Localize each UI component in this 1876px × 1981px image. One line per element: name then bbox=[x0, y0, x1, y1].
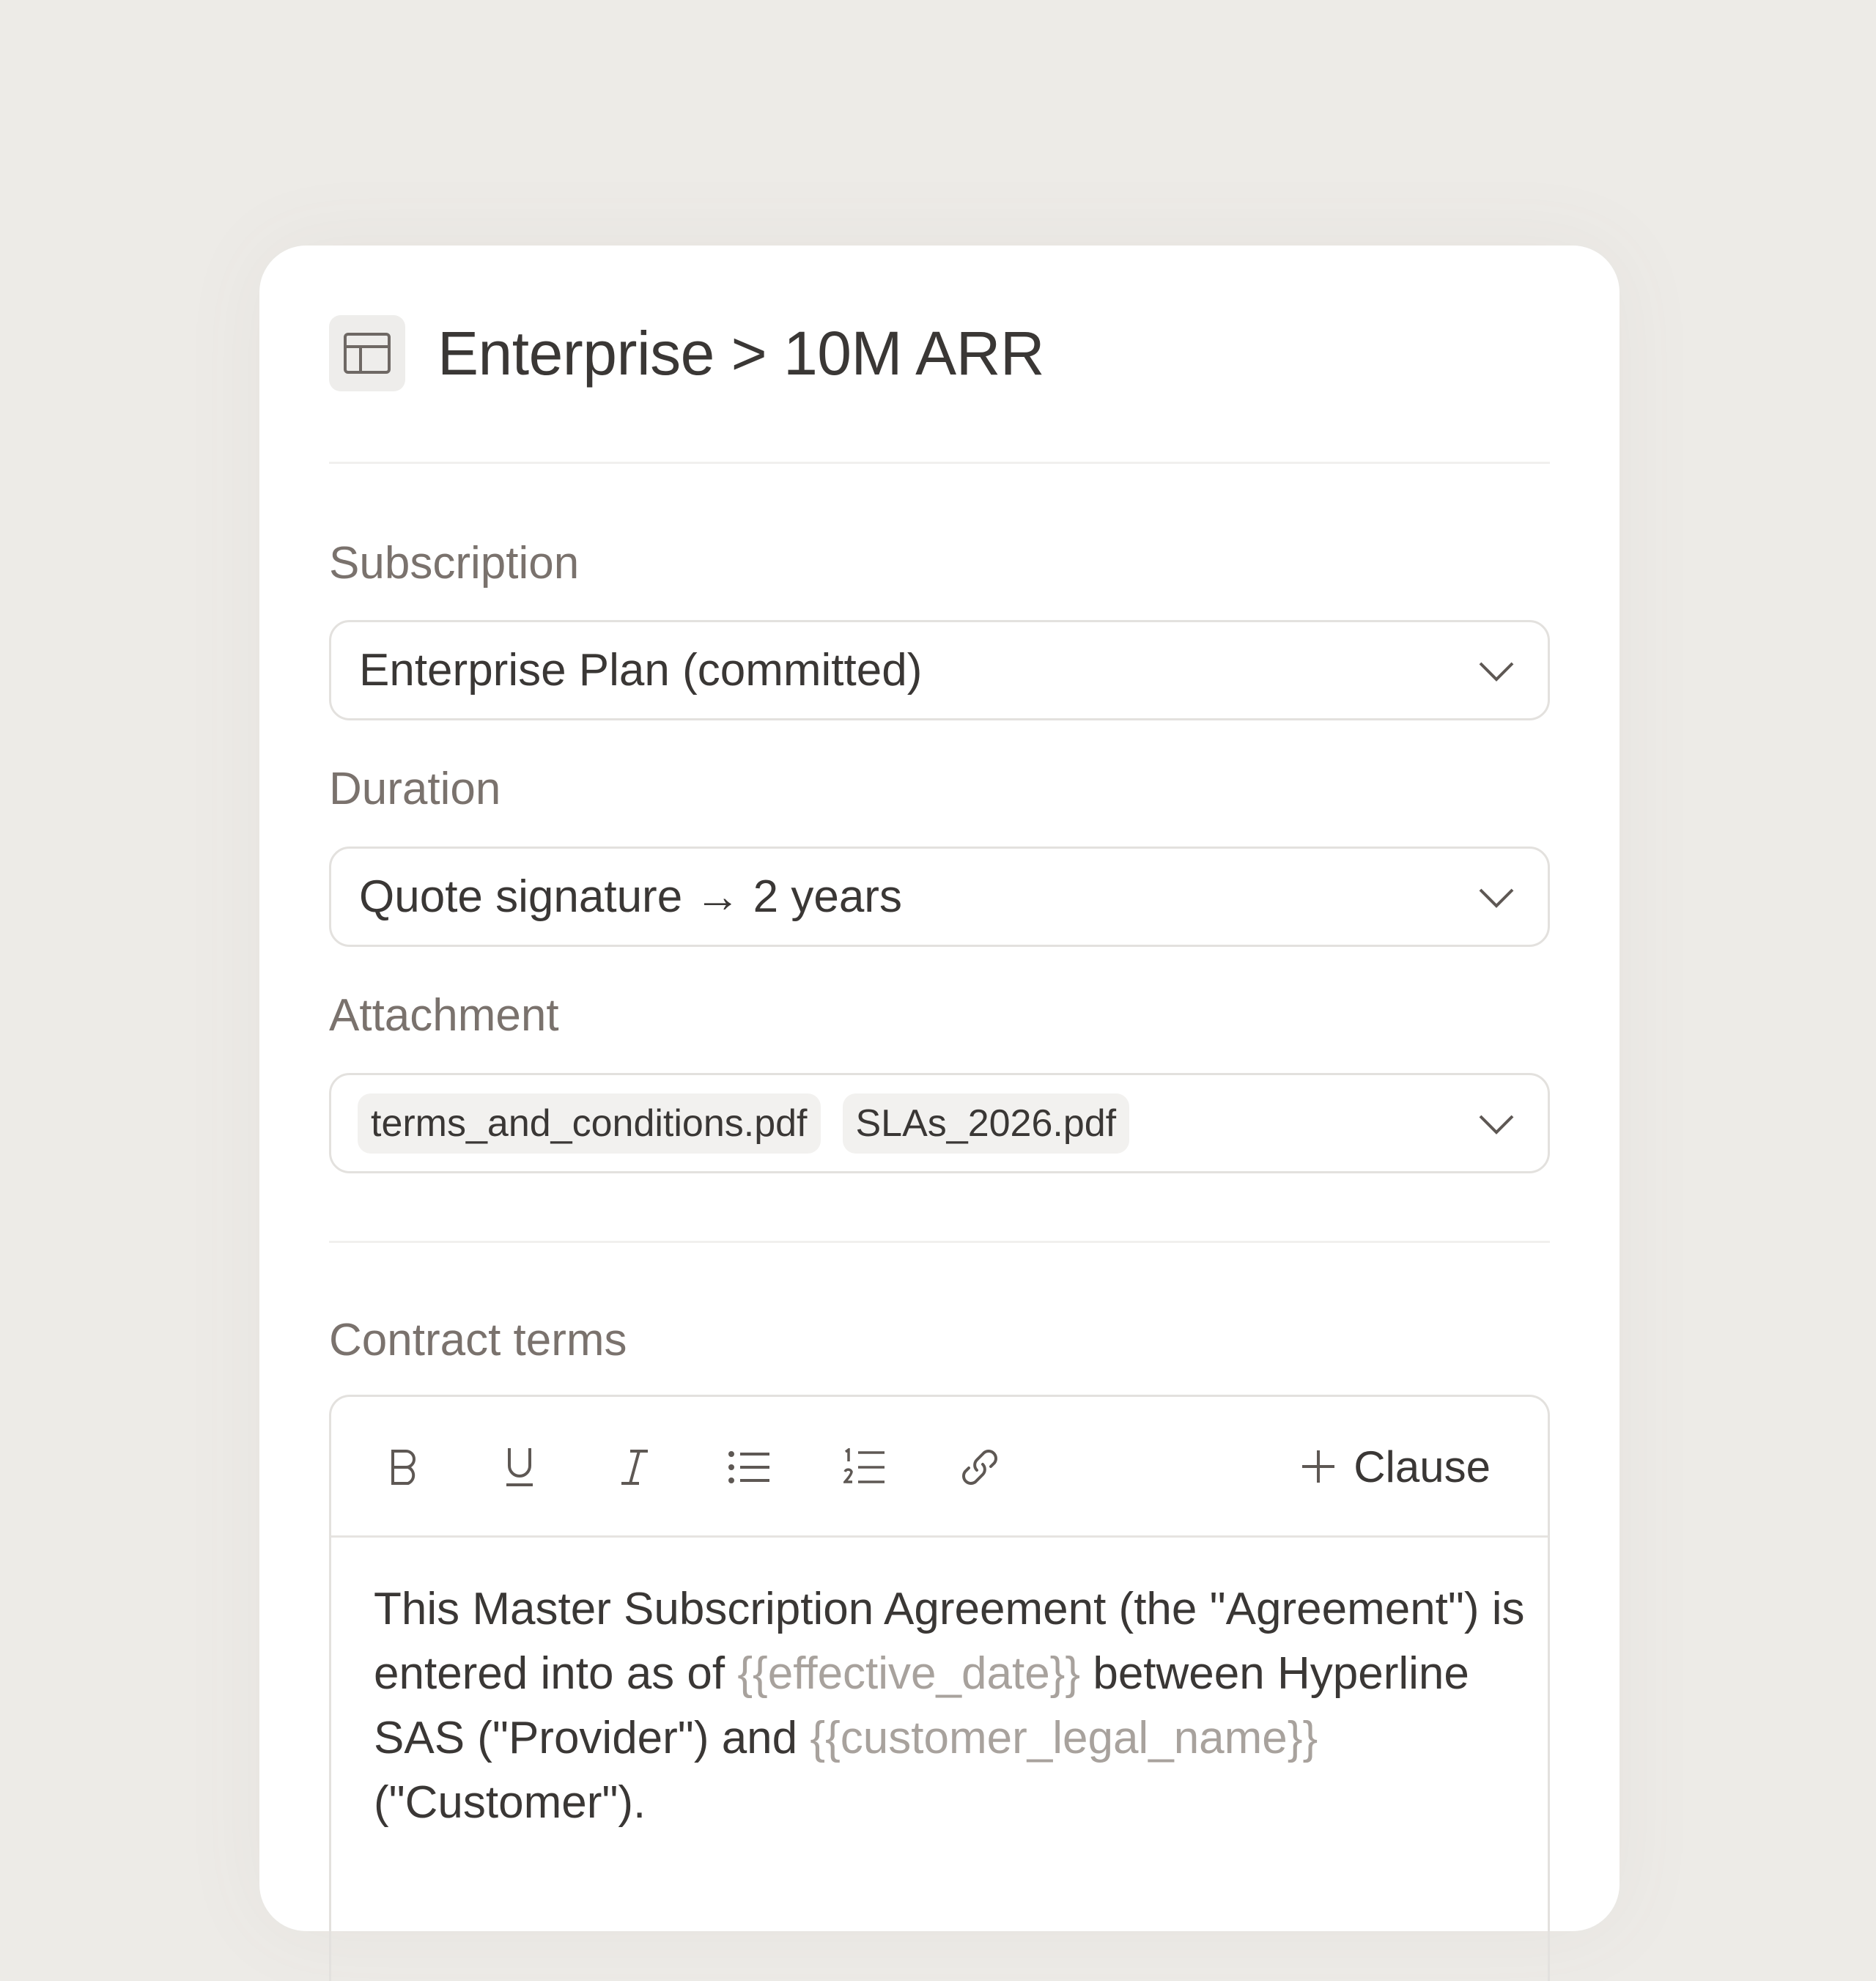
duration-select[interactable]: Quote signature → 2 years bbox=[329, 846, 1550, 947]
template-variable: {{effective_date}} bbox=[737, 1648, 1081, 1699]
page-title: Enterprise > 10M ARR bbox=[437, 318, 1045, 388]
contract-editor[interactable]: Clause This Master Subscription Agreemen… bbox=[329, 1395, 1550, 1981]
plus-icon bbox=[1302, 1450, 1335, 1483]
underline-button[interactable] bbox=[493, 1441, 546, 1494]
duration-label: Duration bbox=[329, 764, 501, 814]
contract-form-card: Enterprise > 10M ARR Subscription Enterp… bbox=[259, 246, 1620, 1981]
contract-body-text[interactable]: This Master Subscription Agreement (the … bbox=[374, 1577, 1532, 1835]
editor-toolbar: Clause bbox=[331, 1397, 1548, 1538]
section-divider bbox=[329, 1241, 1550, 1243]
attachment-select[interactable]: terms_and_conditions.pdf SLAs_2026.pdf bbox=[329, 1073, 1550, 1173]
italic-button[interactable] bbox=[608, 1441, 661, 1494]
bold-icon bbox=[391, 1450, 416, 1485]
link-icon bbox=[962, 1450, 997, 1485]
add-clause-label: Clause bbox=[1354, 1442, 1491, 1491]
link-button[interactable] bbox=[953, 1441, 1006, 1494]
attachment-chip[interactable]: terms_and_conditions.pdf bbox=[358, 1093, 821, 1154]
layout-icon bbox=[329, 315, 405, 391]
duration-value: Quote signature → 2 years bbox=[359, 871, 902, 922]
header: Enterprise > 10M ARR bbox=[329, 315, 1045, 391]
bullet-list-button[interactable] bbox=[723, 1441, 776, 1494]
contract-terms-label: Contract terms bbox=[329, 1315, 627, 1365]
bold-button[interactable] bbox=[378, 1441, 431, 1494]
underline-icon bbox=[506, 1448, 533, 1486]
header-divider bbox=[329, 462, 1550, 464]
chevron-down-icon bbox=[1479, 1115, 1514, 1135]
contract-text: ("Customer"). bbox=[374, 1777, 646, 1828]
subscription-label: Subscription bbox=[329, 538, 580, 589]
numbered-list-button[interactable] bbox=[838, 1441, 891, 1494]
subscription-value: Enterprise Plan (committed) bbox=[359, 645, 923, 696]
chevron-down-icon bbox=[1479, 888, 1514, 908]
attachment-label: Attachment bbox=[329, 990, 559, 1041]
italic-icon bbox=[621, 1450, 648, 1485]
numbered-list-icon bbox=[843, 1448, 885, 1483]
bullet-list-icon bbox=[728, 1451, 769, 1483]
subscription-select[interactable]: Enterprise Plan (committed) bbox=[329, 620, 1550, 720]
add-clause-button[interactable]: Clause bbox=[1301, 1434, 1491, 1499]
attachment-chip[interactable]: SLAs_2026.pdf bbox=[842, 1093, 1130, 1154]
template-variable: {{customer_legal_name}} bbox=[810, 1713, 1318, 1763]
chevron-down-icon bbox=[1479, 662, 1514, 682]
